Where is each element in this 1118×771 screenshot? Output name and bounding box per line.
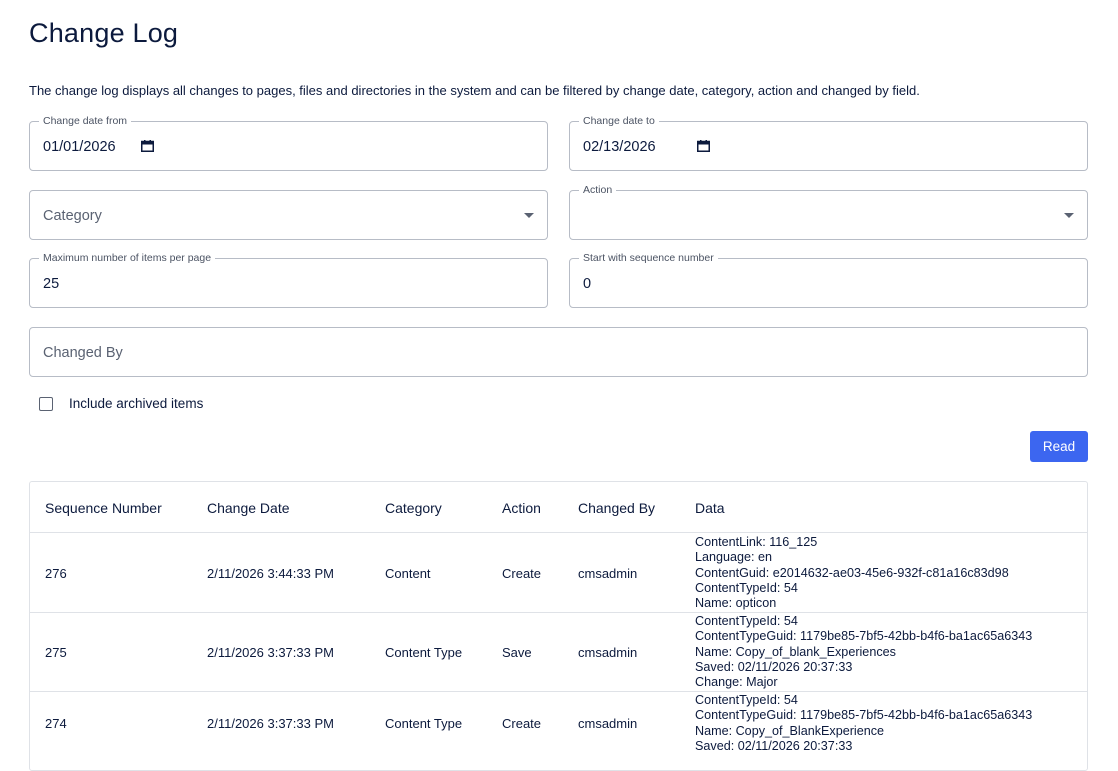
change-date-to-value: 02/13/2026	[583, 139, 656, 155]
column-header-action[interactable]: Action	[502, 500, 541, 516]
cell-action: Create	[502, 566, 542, 581]
data-line: ContentTypeGuid: 1179be85-7bf5-42bb-b4f6…	[695, 708, 1033, 723]
read-button[interactable]: Read	[1030, 431, 1088, 462]
max-items-value: 25	[43, 276, 60, 292]
change-date-from-value: 01/01/2026	[43, 139, 116, 155]
cell-changed-by: cmsadmin	[578, 566, 638, 581]
page-title: Change Log	[29, 18, 179, 48]
column-header-sequence[interactable]: Sequence Number	[45, 500, 162, 516]
data-line: Name: opticon	[695, 596, 777, 611]
include-archived-checkbox[interactable]	[39, 396, 53, 411]
changed-by-field[interactable]: Changed By	[29, 327, 1088, 377]
include-archived-row: Include archived items	[39, 396, 203, 411]
cell-category: Content	[385, 566, 431, 581]
data-line: ContentGuid: e2014632-ae03-45e6-932f-c81…	[695, 565, 1009, 580]
data-line: Name: Copy_of_BlankExperience	[695, 723, 885, 738]
start-sequence-value: 0	[583, 276, 592, 292]
data-line: Saved: 02/11/2026 20:37:33	[695, 738, 853, 753]
table-header-row: Sequence Number Change Date Category Act…	[30, 482, 1087, 533]
max-items-label: Maximum number of items per page	[39, 252, 216, 264]
cell-sequence: 275	[45, 645, 67, 660]
data-line: ContentLink: 116_125	[695, 535, 818, 549]
cell-category: Content Type	[385, 645, 463, 660]
category-placeholder: Category	[43, 208, 102, 224]
cell-sequence: 276	[45, 566, 67, 581]
cell-sequence: 274	[45, 716, 67, 731]
cell-data: ContentTypeId: 54 ContentTypeGuid: 1179b…	[695, 693, 1032, 754]
cell-category: Content Type	[385, 716, 463, 731]
data-line: Language: en	[695, 550, 773, 565]
data-line: Saved: 02/11/2026 20:37:33	[695, 659, 853, 674]
cell-action: Save	[502, 645, 532, 660]
start-sequence-field[interactable]: Start with sequence number 0	[569, 252, 1088, 308]
calendar-icon[interactable]	[141, 140, 154, 152]
cell-change-date: 2/11/2026 3:37:33 PM	[207, 645, 334, 660]
start-sequence-label: Start with sequence number	[579, 252, 718, 264]
cell-changed-by: cmsadmin	[578, 645, 638, 660]
category-select[interactable]: Category	[29, 190, 548, 240]
max-items-field[interactable]: Maximum number of items per page 25	[29, 252, 548, 308]
change-date-to-label: Change date to	[579, 115, 659, 127]
action-label: Action	[579, 184, 617, 196]
change-date-from-field[interactable]: Change date from 01/01/2026	[29, 115, 548, 171]
table-row: 275 2/11/2026 3:37:33 PM Content Type Sa…	[30, 613, 1087, 692]
data-line: Name: Copy_of_blank_Experiences	[695, 644, 896, 659]
changed-by-placeholder: Changed By	[43, 345, 123, 361]
change-date-to-field[interactable]: Change date to 02/13/2026	[569, 115, 1088, 171]
cell-change-date: 2/11/2026 3:44:33 PM	[207, 566, 334, 581]
data-line: ContentTypeId: 54	[695, 580, 798, 595]
data-line: ContentTypeGuid: 1179be85-7bf5-42bb-b4f6…	[695, 629, 1033, 644]
column-header-category[interactable]: Category	[385, 500, 442, 516]
data-line: Change: Major	[695, 675, 778, 690]
page-description: The change log displays all changes to p…	[29, 83, 920, 98]
cell-action: Create	[502, 716, 542, 731]
action-select[interactable]: Action	[569, 184, 1088, 240]
calendar-icon[interactable]	[697, 140, 710, 152]
cell-changed-by: cmsadmin	[578, 716, 638, 731]
data-line: ContentTypeId: 54	[695, 614, 798, 628]
data-line: ContentTypeId: 54	[695, 693, 798, 707]
change-log-table: Sequence Number Change Date Category Act…	[29, 481, 1088, 771]
cell-data: ContentLink: 116_125 Language: en Conten…	[695, 535, 1009, 611]
column-header-data[interactable]: Data	[695, 500, 725, 516]
table-row: 276 2/11/2026 3:44:33 PM Content Create …	[30, 533, 1087, 613]
change-date-from-label: Change date from	[39, 115, 132, 127]
chevron-down-icon	[524, 213, 534, 218]
cell-data: ContentTypeId: 54 ContentTypeGuid: 1179b…	[695, 614, 1032, 690]
table-row: 274 2/11/2026 3:37:33 PM Content Type Cr…	[30, 692, 1087, 770]
chevron-down-icon	[1064, 213, 1074, 218]
column-header-change-date[interactable]: Change Date	[207, 500, 290, 516]
include-archived-label[interactable]: Include archived items	[69, 396, 203, 411]
column-header-changed-by[interactable]: Changed By	[578, 500, 655, 516]
cell-change-date: 2/11/2026 3:37:33 PM	[207, 716, 334, 731]
